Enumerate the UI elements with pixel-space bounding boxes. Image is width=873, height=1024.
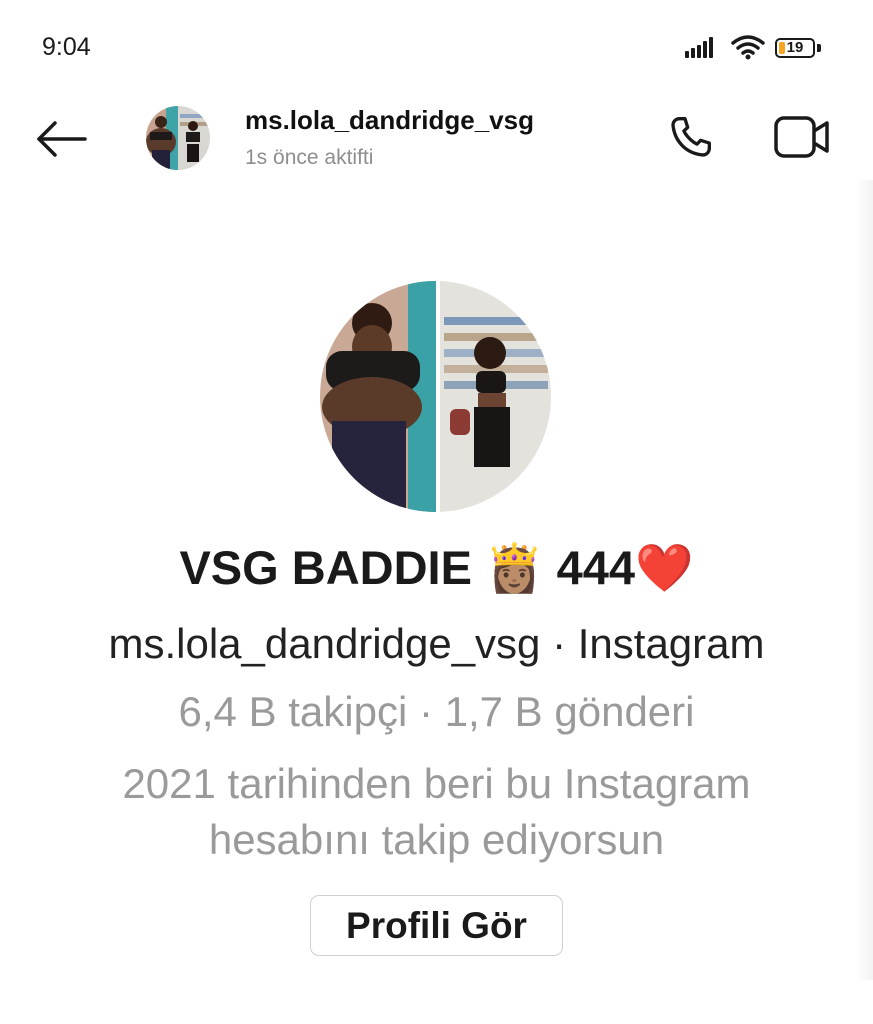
follow-note-line-1: 2021 tarihinden beri bu Instagram — [122, 760, 751, 807]
video-call-button[interactable] — [768, 108, 836, 170]
stats-line: 6,4 B takipçi · 1,7 B gönderi — [178, 688, 695, 735]
profile-avatar[interactable] — [320, 281, 551, 512]
princess-emoji: 👸🏽 — [485, 541, 544, 596]
signal-icon — [685, 36, 721, 63]
view-profile-button[interactable]: Profili Gör — [310, 895, 563, 956]
display-name-text: VSG BADDIE — [179, 541, 472, 594]
display-name: VSG BADDIE 👸🏽 444❤️ — [0, 540, 873, 596]
follow-note-line-2: hesabını takip ediyorsun — [208, 816, 665, 863]
heart-emoji: ❤️ — [635, 541, 694, 596]
header-username[interactable]: ms.lola_dandridge_vsg — [245, 105, 534, 136]
scroll-edge — [855, 180, 873, 980]
handle-line: ms.lola_dandridge_vsg · Instagram — [108, 620, 765, 667]
battery-level: 19 — [786, 39, 804, 56]
back-button[interactable] — [30, 113, 92, 169]
wifi-icon — [731, 34, 765, 65]
header-avatar[interactable] — [146, 106, 210, 170]
video-camera-icon — [773, 114, 831, 165]
display-name-suffix: 444 — [556, 541, 636, 594]
battery-icon: 19 — [775, 38, 821, 60]
phone-icon — [666, 112, 716, 167]
back-arrow-icon — [35, 120, 87, 162]
active-status: 1s önce aktifti — [245, 146, 374, 169]
audio-call-button[interactable] — [660, 108, 722, 170]
status-icons: 19 — [685, 34, 821, 64]
follow-note: 2021 tarihinden beri bu Instagram hesabı… — [0, 756, 873, 868]
status-time: 9:04 — [42, 33, 91, 61]
